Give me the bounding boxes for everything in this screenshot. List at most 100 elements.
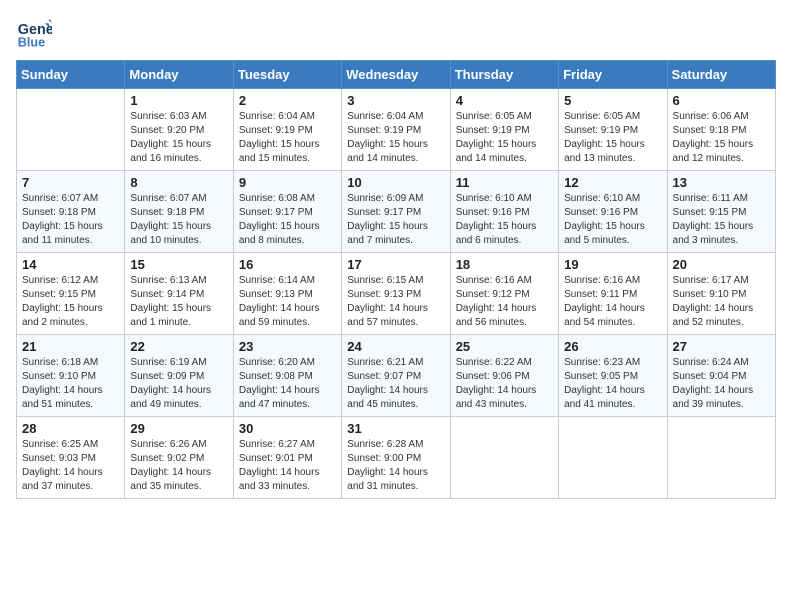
calendar-cell: 1 Sunrise: 6:03 AMSunset: 9:20 PMDaylight…	[125, 89, 233, 171]
calendar-cell: 21 Sunrise: 6:18 AMSunset: 9:10 PMDayligh…	[17, 335, 125, 417]
calendar-cell: 27 Sunrise: 6:24 AMSunset: 9:04 PMDayligh…	[667, 335, 775, 417]
weekday-header-thursday: Thursday	[450, 61, 558, 89]
calendar-cell	[559, 417, 667, 499]
day-info: Sunrise: 6:16 AMSunset: 9:12 PMDaylight:…	[456, 274, 553, 330]
day-number: 27	[673, 339, 770, 354]
calendar-week-2: 7 Sunrise: 6:07 AMSunset: 9:18 PMDaylight…	[17, 171, 776, 253]
day-number: 19	[564, 257, 661, 272]
day-info: Sunrise: 6:17 AMSunset: 9:10 PMDaylight:…	[673, 274, 770, 330]
weekday-header-wednesday: Wednesday	[342, 61, 450, 89]
day-info: Sunrise: 6:28 AMSunset: 9:00 PMDaylight:…	[347, 438, 444, 494]
calendar-cell: 13 Sunrise: 6:11 AMSunset: 9:15 PMDayligh…	[667, 171, 775, 253]
day-info: Sunrise: 6:22 AMSunset: 9:06 PMDaylight:…	[456, 356, 553, 412]
day-number: 1	[130, 93, 227, 108]
calendar-cell	[17, 89, 125, 171]
day-info: Sunrise: 6:07 AMSunset: 9:18 PMDaylight:…	[130, 192, 227, 248]
day-number: 25	[456, 339, 553, 354]
day-info: Sunrise: 6:20 AMSunset: 9:08 PMDaylight:…	[239, 356, 336, 412]
calendar-cell: 7Sunrise: 6:07 AMSunset: 9:18 PMDaylight…	[17, 171, 125, 253]
calendar-cell: 17 Sunrise: 6:15 AMSunset: 9:13 PMDayligh…	[342, 253, 450, 335]
day-number: 30	[239, 421, 336, 436]
calendar-cell: 28 Sunrise: 6:25 AMSunset: 9:03 PMDayligh…	[17, 417, 125, 499]
day-number: 11	[456, 175, 553, 190]
day-number: 20	[673, 257, 770, 272]
day-number: 24	[347, 339, 444, 354]
calendar-table: SundayMondayTuesdayWednesdayThursdayFrid…	[16, 60, 776, 499]
calendar-cell: 19 Sunrise: 6:16 AMSunset: 9:11 PMDayligh…	[559, 253, 667, 335]
weekday-header-friday: Friday	[559, 61, 667, 89]
weekday-header-sunday: Sunday	[17, 61, 125, 89]
day-number: 26	[564, 339, 661, 354]
day-info: Sunrise: 6:25 AMSunset: 9:03 PMDaylight:…	[22, 438, 119, 494]
day-number: 15	[130, 257, 227, 272]
calendar-cell: 18 Sunrise: 6:16 AMSunset: 9:12 PMDayligh…	[450, 253, 558, 335]
weekday-header-monday: Monday	[125, 61, 233, 89]
calendar-cell: 20 Sunrise: 6:17 AMSunset: 9:10 PMDayligh…	[667, 253, 775, 335]
day-info: Sunrise: 6:10 AMSunset: 9:16 PMDaylight:…	[456, 192, 553, 248]
calendar-cell: 10Sunrise: 6:09 AMSunset: 9:17 PMDayligh…	[342, 171, 450, 253]
day-info: Sunrise: 6:05 AMSunset: 9:19 PMDaylight:…	[456, 110, 553, 166]
day-number: 28	[22, 421, 119, 436]
day-number: 17	[347, 257, 444, 272]
calendar-cell: 22 Sunrise: 6:19 AMSunset: 9:09 PMDayligh…	[125, 335, 233, 417]
calendar-cell: 24Sunrise: 6:21 AMSunset: 9:07 PMDayligh…	[342, 335, 450, 417]
calendar-cell	[450, 417, 558, 499]
page-header: General Blue	[16, 16, 776, 52]
day-number: 9	[239, 175, 336, 190]
day-number: 6	[673, 93, 770, 108]
calendar-cell: 3 Sunrise: 6:04 AMSunset: 9:19 PMDaylight…	[342, 89, 450, 171]
calendar-cell: 14Sunrise: 6:12 AMSunset: 9:15 PMDayligh…	[17, 253, 125, 335]
day-info: Sunrise: 6:16 AMSunset: 9:11 PMDaylight:…	[564, 274, 661, 330]
day-number: 13	[673, 175, 770, 190]
day-info: Sunrise: 6:14 AMSunset: 9:13 PMDaylight:…	[239, 274, 336, 330]
calendar-cell: 15Sunrise: 6:13 AMSunset: 9:14 PMDayligh…	[125, 253, 233, 335]
day-number: 7	[22, 175, 119, 190]
weekday-header-row: SundayMondayTuesdayWednesdayThursdayFrid…	[17, 61, 776, 89]
day-number: 12	[564, 175, 661, 190]
calendar-cell: 11 Sunrise: 6:10 AMSunset: 9:16 PMDayligh…	[450, 171, 558, 253]
day-info: Sunrise: 6:05 AMSunset: 9:19 PMDaylight:…	[564, 110, 661, 166]
weekday-header-tuesday: Tuesday	[233, 61, 341, 89]
day-info: Sunrise: 6:24 AMSunset: 9:04 PMDaylight:…	[673, 356, 770, 412]
weekday-header-saturday: Saturday	[667, 61, 775, 89]
day-number: 21	[22, 339, 119, 354]
day-info: Sunrise: 6:03 AMSunset: 9:20 PMDaylight:…	[130, 110, 227, 166]
day-info: Sunrise: 6:15 AMSunset: 9:13 PMDaylight:…	[347, 274, 444, 330]
calendar-cell: 6Sunrise: 6:06 AMSunset: 9:18 PMDaylight…	[667, 89, 775, 171]
day-info: Sunrise: 6:08 AMSunset: 9:17 PMDaylight:…	[239, 192, 336, 248]
calendar-cell: 16 Sunrise: 6:14 AMSunset: 9:13 PMDayligh…	[233, 253, 341, 335]
day-number: 22	[130, 339, 227, 354]
calendar-cell: 12 Sunrise: 6:10 AMSunset: 9:16 PMDayligh…	[559, 171, 667, 253]
day-info: Sunrise: 6:11 AMSunset: 9:15 PMDaylight:…	[673, 192, 770, 248]
calendar-cell: 9 Sunrise: 6:08 AMSunset: 9:17 PMDaylight…	[233, 171, 341, 253]
day-number: 18	[456, 257, 553, 272]
day-number: 5	[564, 93, 661, 108]
day-number: 3	[347, 93, 444, 108]
calendar-week-3: 14Sunrise: 6:12 AMSunset: 9:15 PMDayligh…	[17, 253, 776, 335]
calendar-cell: 5 Sunrise: 6:05 AMSunset: 9:19 PMDaylight…	[559, 89, 667, 171]
calendar-week-1: 1 Sunrise: 6:03 AMSunset: 9:20 PMDaylight…	[17, 89, 776, 171]
day-info: Sunrise: 6:04 AMSunset: 9:19 PMDaylight:…	[239, 110, 336, 166]
day-number: 29	[130, 421, 227, 436]
day-info: Sunrise: 6:18 AMSunset: 9:10 PMDaylight:…	[22, 356, 119, 412]
logo: General Blue	[16, 16, 52, 52]
calendar-cell	[667, 417, 775, 499]
day-info: Sunrise: 6:19 AMSunset: 9:09 PMDaylight:…	[130, 356, 227, 412]
day-number: 23	[239, 339, 336, 354]
calendar-week-4: 21 Sunrise: 6:18 AMSunset: 9:10 PMDayligh…	[17, 335, 776, 417]
day-info: Sunrise: 6:10 AMSunset: 9:16 PMDaylight:…	[564, 192, 661, 248]
day-number: 16	[239, 257, 336, 272]
day-number: 14	[22, 257, 119, 272]
day-number: 4	[456, 93, 553, 108]
day-info: Sunrise: 6:04 AMSunset: 9:19 PMDaylight:…	[347, 110, 444, 166]
svg-text:Blue: Blue	[18, 36, 45, 50]
calendar-cell: 30 Sunrise: 6:27 AMSunset: 9:01 PMDayligh…	[233, 417, 341, 499]
day-info: Sunrise: 6:27 AMSunset: 9:01 PMDaylight:…	[239, 438, 336, 494]
calendar-cell: 8Sunrise: 6:07 AMSunset: 9:18 PMDaylight…	[125, 171, 233, 253]
calendar-cell: 23 Sunrise: 6:20 AMSunset: 9:08 PMDayligh…	[233, 335, 341, 417]
day-number: 31	[347, 421, 444, 436]
day-info: Sunrise: 6:26 AMSunset: 9:02 PMDaylight:…	[130, 438, 227, 494]
day-info: Sunrise: 6:23 AMSunset: 9:05 PMDaylight:…	[564, 356, 661, 412]
day-number: 10	[347, 175, 444, 190]
calendar-cell: 4 Sunrise: 6:05 AMSunset: 9:19 PMDaylight…	[450, 89, 558, 171]
